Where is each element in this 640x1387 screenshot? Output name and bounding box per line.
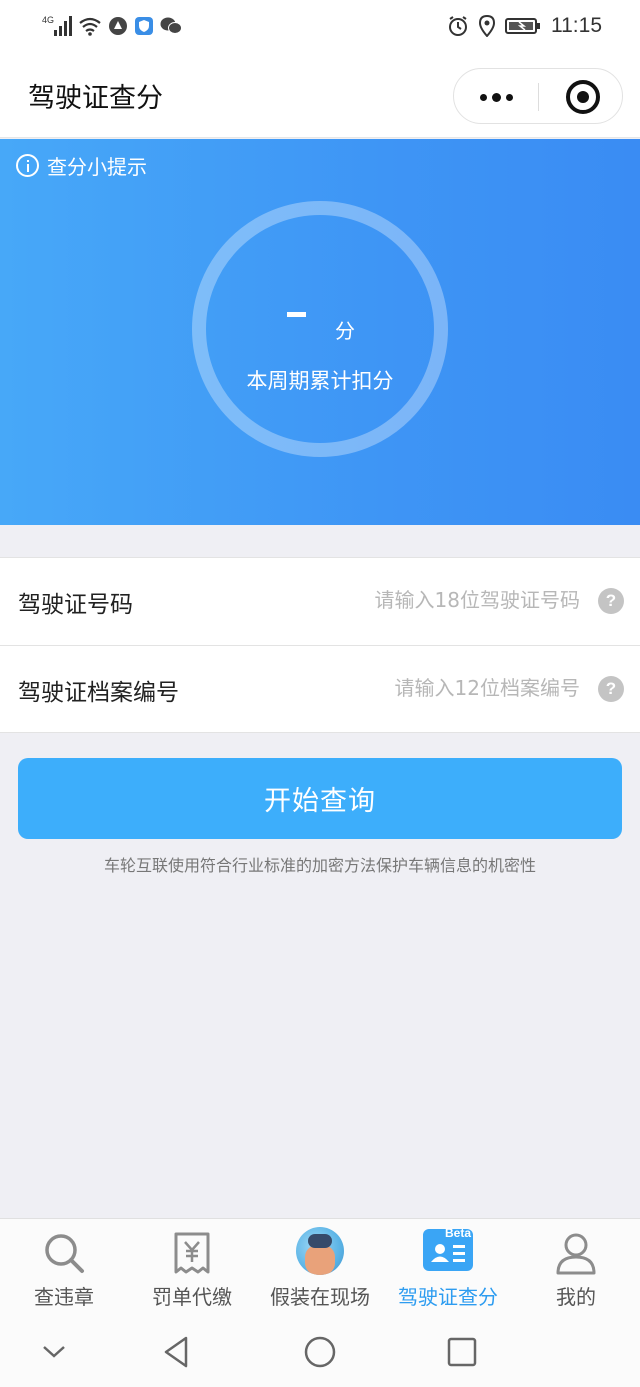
score-caption: 本周期累计扣分 <box>246 369 394 393</box>
more-dot-icon <box>505 93 513 101</box>
mini-program-capsule <box>453 68 623 124</box>
more-dot-icon <box>491 92 501 102</box>
help-icon[interactable]: ? <box>598 588 624 614</box>
tab-license-score[interactable]: Beta 驾驶证查分 <box>384 1219 512 1315</box>
close-mini-program-button[interactable] <box>566 80 600 114</box>
wechat-icon <box>160 16 182 36</box>
tab-label: 我的 <box>556 1285 596 1309</box>
beta-badge: Beta <box>444 1226 471 1240</box>
tab-label: 驾驶证查分 <box>398 1285 498 1309</box>
tab-on-site[interactable]: 假装在现场 <box>256 1219 384 1315</box>
svg-text:4G: 4G <box>42 15 54 25</box>
score-hero: 查分小提示 - 分 本周期累计扣分 <box>0 139 640 525</box>
back-icon[interactable] <box>160 1334 196 1370</box>
status-bar: 4G 11:15 <box>0 0 640 54</box>
collapse-chevron-icon[interactable] <box>36 1334 72 1370</box>
tips-link[interactable]: 查分小提示 <box>16 151 147 180</box>
score-ring <box>192 201 448 457</box>
status-left: 4G <box>42 14 182 38</box>
score-value-placeholder <box>287 312 306 317</box>
more-dot-icon <box>479 93 487 101</box>
tab-label: 假装在现场 <box>270 1285 370 1309</box>
tab-label: 罚单代缴 <box>152 1285 232 1309</box>
file-number-label: 驾驶证档案编号 <box>18 680 179 706</box>
more-menu-button[interactable] <box>454 69 538 125</box>
license-card-icon: Beta <box>423 1226 473 1271</box>
tab-fine-payment[interactable]: 罚单代缴 <box>128 1219 256 1315</box>
info-icon <box>16 154 39 177</box>
status-right: 11:15 <box>447 14 602 38</box>
app-notification-icon <box>108 16 128 36</box>
tab-bar: 查违章 罚单代缴 假装在现场 Beta 驾驶证查分 我的 <box>0 1218 640 1314</box>
cellular-signal-icon: 4G <box>42 14 72 38</box>
page-title: 驾驶证查分 <box>28 83 163 114</box>
help-icon[interactable]: ? <box>598 676 624 702</box>
navigation-bar: 驾驶证查分 <box>0 54 640 138</box>
user-icon <box>554 1231 598 1275</box>
receipt-icon <box>170 1231 214 1275</box>
license-form: 驾驶证号码 ? 驾驶证档案编号 ? <box>0 557 640 733</box>
tab-label: 查违章 <box>34 1285 94 1309</box>
license-number-label: 驾驶证号码 <box>18 592 133 618</box>
recents-icon[interactable] <box>444 1334 480 1370</box>
home-icon[interactable] <box>302 1334 338 1370</box>
license-number-input[interactable] <box>280 580 580 620</box>
tips-label: 查分小提示 <box>47 155 147 179</box>
location-icon <box>479 15 495 37</box>
battery-icon <box>505 16 541 36</box>
capsule-divider <box>538 83 539 111</box>
license-number-row: 驾驶证号码 ? <box>0 558 640 645</box>
score-unit: 分 <box>335 319 355 343</box>
clock-time: 11:15 <box>551 14 602 37</box>
start-query-button[interactable]: 开始查询 <box>18 758 622 839</box>
file-number-row: 驾驶证档案编号 ? <box>0 645 640 732</box>
search-icon <box>42 1231 86 1275</box>
privacy-note: 车轮互联使用符合行业标准的加密方法保护车辆信息的机密性 <box>103 856 536 875</box>
file-number-input[interactable] <box>280 668 580 708</box>
system-navigation-bar <box>0 1314 640 1387</box>
avatar-icon <box>296 1227 344 1275</box>
shield-app-icon <box>134 16 154 36</box>
wifi-icon <box>78 16 102 36</box>
tab-violations[interactable]: 查违章 <box>0 1219 128 1315</box>
tab-mine[interactable]: 我的 <box>512 1219 640 1315</box>
alarm-icon <box>447 15 469 37</box>
